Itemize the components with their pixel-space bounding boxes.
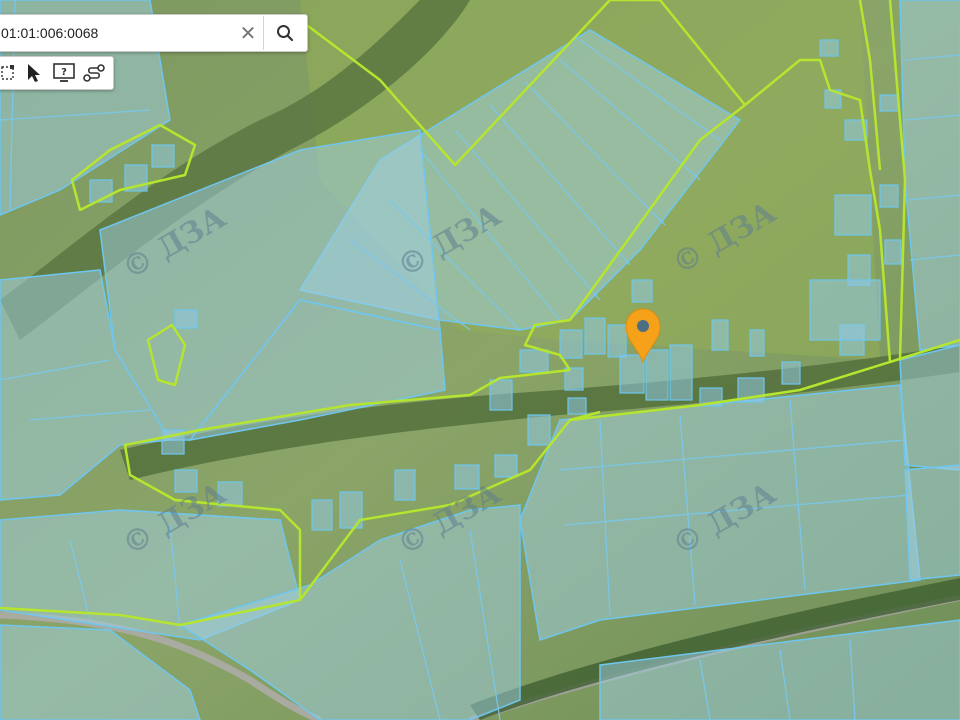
route-button[interactable] (79, 58, 109, 88)
search-button[interactable] (263, 16, 306, 50)
search-input[interactable] (0, 16, 233, 50)
clear-search-button[interactable]: ✕ (233, 16, 263, 50)
close-icon: ✕ (239, 21, 257, 45)
search-icon (277, 25, 294, 42)
info-button[interactable]: ? (49, 58, 79, 88)
route-icon (83, 64, 105, 82)
monitor-help-icon: ? (53, 63, 75, 82)
select-button[interactable] (19, 58, 49, 88)
cadastral-search-bar: ✕ (0, 14, 308, 52)
area-icon (1, 65, 14, 80)
svg-text:?: ? (61, 67, 67, 78)
cursor-icon (28, 64, 40, 82)
map-toolbar: ? (0, 56, 114, 90)
measure-area-button[interactable] (0, 58, 19, 88)
map-canvas[interactable]: © ДЗА © ДЗА © ДЗА © ДЗА © ДЗА © ДЗА (0, 0, 960, 720)
